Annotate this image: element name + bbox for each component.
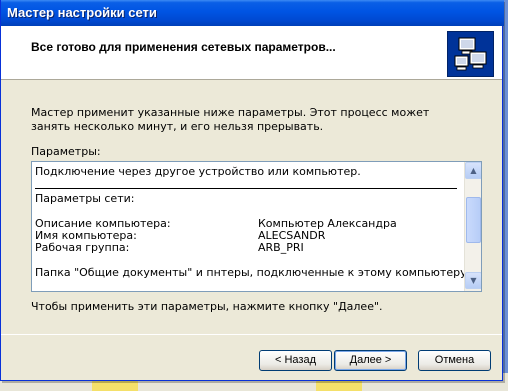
wizard-heading: Все готово для применения сетевых параме…: [31, 40, 336, 54]
wizard-header: Все готово для применения сетевых параме…: [1, 26, 502, 80]
next-button[interactable]: Далее >: [334, 350, 407, 371]
separator-line: [35, 188, 457, 189]
window-title: Мастер настройки сети: [7, 5, 157, 20]
apply-note: Чтобы применить эти параметры, нажмите к…: [31, 300, 383, 313]
scroll-up-button[interactable]: ▲: [465, 162, 481, 179]
row-label: Рабочая группа:: [35, 241, 130, 254]
params-label: Параметры:: [31, 145, 101, 158]
params-list-content: Подключение через другое устройство или …: [32, 162, 464, 291]
connection-text: Подключение через другое устройство или …: [35, 165, 361, 178]
shared-text: Папка "Общие документы" и пнтеры, подклю…: [35, 266, 464, 279]
network-computers-icon: [447, 31, 494, 77]
title-bar[interactable]: Мастер настройки сети: [1, 0, 504, 26]
scroll-down-button[interactable]: ▼: [465, 272, 481, 289]
params-listbox[interactable]: Подключение через другое устройство или …: [31, 161, 482, 292]
scroll-thumb[interactable]: [466, 197, 481, 243]
cancel-button[interactable]: Отмена: [418, 350, 491, 371]
chevron-down-icon: ▼: [470, 276, 477, 285]
wizard-content: Мастер применит указанные ниже параметры…: [1, 81, 502, 333]
wizard-window: Мастер настройки сети Все готово для при…: [0, 0, 504, 381]
intro-text: Мастер применит указанные ниже параметры…: [31, 106, 430, 133]
back-button[interactable]: < Назад: [259, 350, 332, 371]
vertical-scrollbar[interactable]: ▲ ▼: [464, 162, 481, 291]
section-title: Параметры сети:: [35, 192, 135, 205]
row-value: ARB_PRI: [258, 241, 304, 254]
chevron-up-icon: ▲: [470, 166, 477, 175]
footer-separator: [1, 334, 502, 335]
